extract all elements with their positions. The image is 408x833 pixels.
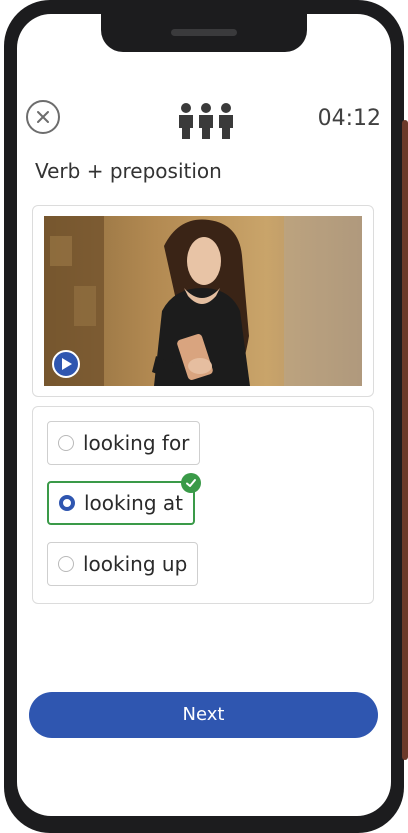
answer-option-label: looking at [84, 491, 183, 515]
answer-options-card: looking for looking at looking up [32, 406, 374, 604]
phone-side-accent [402, 120, 408, 760]
answer-option-label: looking for [83, 431, 190, 455]
video-card [32, 205, 374, 397]
phone-screen: 04:12 Verb + preposition looking for loo… [17, 14, 391, 816]
three-people-icon [179, 103, 233, 139]
phone-notch [101, 14, 307, 52]
answer-option-looking-for[interactable]: looking for [47, 421, 201, 465]
timer: 04:12 [317, 106, 381, 131]
woman-looking-at-phone-image [44, 216, 362, 386]
notch-speaker [171, 29, 237, 36]
close-button[interactable] [26, 100, 60, 134]
correct-check-icon [181, 473, 201, 493]
answer-option-label: looking up [83, 552, 188, 576]
video-thumbnail[interactable] [44, 216, 362, 386]
radio-unchecked-icon [58, 435, 74, 451]
exercise-title: Verb + preposition [35, 159, 222, 183]
radio-unchecked-icon [58, 556, 74, 572]
answer-option-looking-up[interactable]: looking up [47, 542, 199, 586]
play-icon [62, 358, 72, 370]
next-button[interactable]: Next [29, 692, 378, 738]
play-button[interactable] [52, 350, 80, 378]
answer-option-looking-at[interactable]: looking at [47, 473, 201, 525]
radio-checked-icon [59, 495, 75, 511]
close-icon [37, 111, 49, 123]
